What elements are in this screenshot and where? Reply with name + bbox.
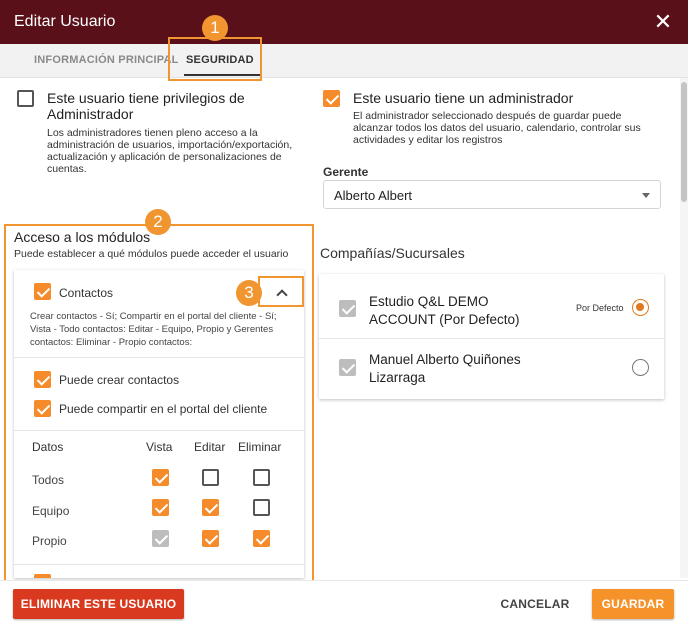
permission-checkbox[interactable] (253, 499, 270, 516)
permission-checkbox[interactable] (253, 530, 270, 547)
companies-title: Compañías/Sucursales (320, 245, 465, 261)
options-divider (14, 430, 304, 431)
can-share-checkbox[interactable] (34, 400, 51, 417)
permission-checkbox[interactable] (202, 499, 219, 516)
row-label: Equipo (32, 504, 70, 518)
dialog-titlebar: Editar Usuario ✕ (0, 0, 688, 44)
delete-user-button[interactable]: ELIMINAR ESTE USUARIO (13, 589, 184, 619)
active-tab-underline (184, 74, 260, 76)
row-label: Propio (32, 534, 67, 548)
admin-privileges-label: Este usuario tiene privilegios de Admini… (47, 90, 245, 122)
manager-select[interactable]: Alberto Albert (323, 180, 661, 209)
company-name: Estudio Q&L DEMO ACCOUNT (Por Defecto) (369, 293, 520, 329)
companies-list: Estudio Q&L DEMO ACCOUNT (Por Defecto) P… (319, 274, 664, 399)
annotation-badge-3: 3 (236, 280, 262, 306)
save-button[interactable]: GUARDAR (592, 589, 674, 619)
table-header-eliminar: Eliminar (238, 440, 282, 454)
next-module-checkbox[interactable] (34, 574, 51, 578)
tab-seguridad[interactable]: SEGURIDAD (184, 44, 260, 78)
table-header-datos: Datos (32, 440, 64, 454)
can-share-label: Puede compartir en el portal del cliente (59, 402, 268, 416)
cancel-button[interactable]: CANCELAR (490, 589, 580, 619)
company-name-line2: Lizarraga (369, 370, 426, 385)
chevron-up-icon[interactable] (276, 289, 288, 301)
tab-seguridad-label: SEGURIDAD (186, 54, 254, 66)
module-bottom-divider (14, 564, 304, 565)
company-item[interactable]: Estudio Q&L DEMO ACCOUNT (Por Defecto) P… (319, 274, 664, 338)
modules-subtitle: Puede establecer a qué módulos puede acc… (14, 248, 289, 260)
module-divider (14, 357, 304, 358)
module-contactos-checkbox[interactable] (34, 283, 51, 300)
manager-select-value: Alberto Albert (334, 188, 413, 203)
dialog-footer: ELIMINAR ESTE USUARIO CANCELAR GUARDAR (0, 580, 688, 621)
scrollbar-thumb[interactable] (681, 82, 687, 202)
row-label: Todos (32, 473, 65, 487)
company-radio[interactable] (632, 359, 649, 376)
default-company-radio[interactable] (632, 299, 649, 316)
can-create-checkbox[interactable] (34, 371, 51, 388)
admin-privileges-description: Los administradores tienen pleno acceso … (47, 127, 293, 175)
permission-checkbox[interactable] (202, 530, 219, 547)
tab-informacion-principal[interactable]: INFORMACIÓN PRINCIPAL (34, 44, 179, 78)
company-name-line1: Manuel Alberto Quiñones (369, 352, 521, 367)
company-name: Manuel Alberto Quiñones Lizarraga (369, 351, 521, 387)
has-admin-description: El administrador seleccionado después de… (353, 110, 641, 146)
admin-privileges-checkbox[interactable] (17, 90, 34, 107)
modules-title: Acceso a los módulos (14, 229, 151, 245)
admin-privileges-label-line2: Administrador (47, 106, 134, 122)
dialog-title: Editar Usuario (14, 13, 116, 30)
modules-panel: Contactos Crear contactos - Sí; Comparti… (14, 270, 304, 578)
company-checkbox[interactable] (339, 359, 356, 376)
module-summary: Crear contactos - Sí; Compartir en el po… (30, 311, 277, 348)
company-name-line2: ACCOUNT (Por Defecto) (369, 312, 520, 327)
company-name-line1: Estudio Q&L DEMO (369, 294, 489, 309)
has-admin-label: Este usuario tiene un administrador (353, 90, 574, 106)
permission-checkbox[interactable] (202, 469, 219, 486)
table-header-editar: Editar (194, 440, 226, 454)
can-create-label: Puede crear contactos (59, 373, 180, 387)
annotation-badge-2: 2 (145, 209, 171, 235)
permission-checkbox[interactable] (152, 499, 169, 516)
has-admin-checkbox[interactable] (323, 90, 340, 107)
default-label: Por Defecto (576, 303, 624, 313)
vertical-scrollbar[interactable] (680, 78, 688, 578)
admin-privileges-label-line1: Este usuario tiene privilegios de (47, 90, 245, 106)
caret-down-icon (642, 193, 650, 198)
table-header-vista: Vista (146, 440, 173, 454)
manager-label: Gerente (323, 165, 369, 179)
close-icon[interactable]: ✕ (650, 9, 676, 35)
permission-checkbox[interactable] (253, 469, 270, 486)
company-checkbox[interactable] (339, 300, 356, 317)
tab-bar: INFORMACIÓN PRINCIPAL SEGURIDAD (0, 44, 688, 78)
module-contactos-label: Contactos (59, 286, 114, 300)
company-item[interactable]: Manuel Alberto Quiñones Lizarraga (319, 339, 664, 399)
annotation-badge-1: 1 (202, 15, 228, 41)
permission-checkbox (152, 530, 169, 547)
permission-checkbox[interactable] (152, 469, 169, 486)
